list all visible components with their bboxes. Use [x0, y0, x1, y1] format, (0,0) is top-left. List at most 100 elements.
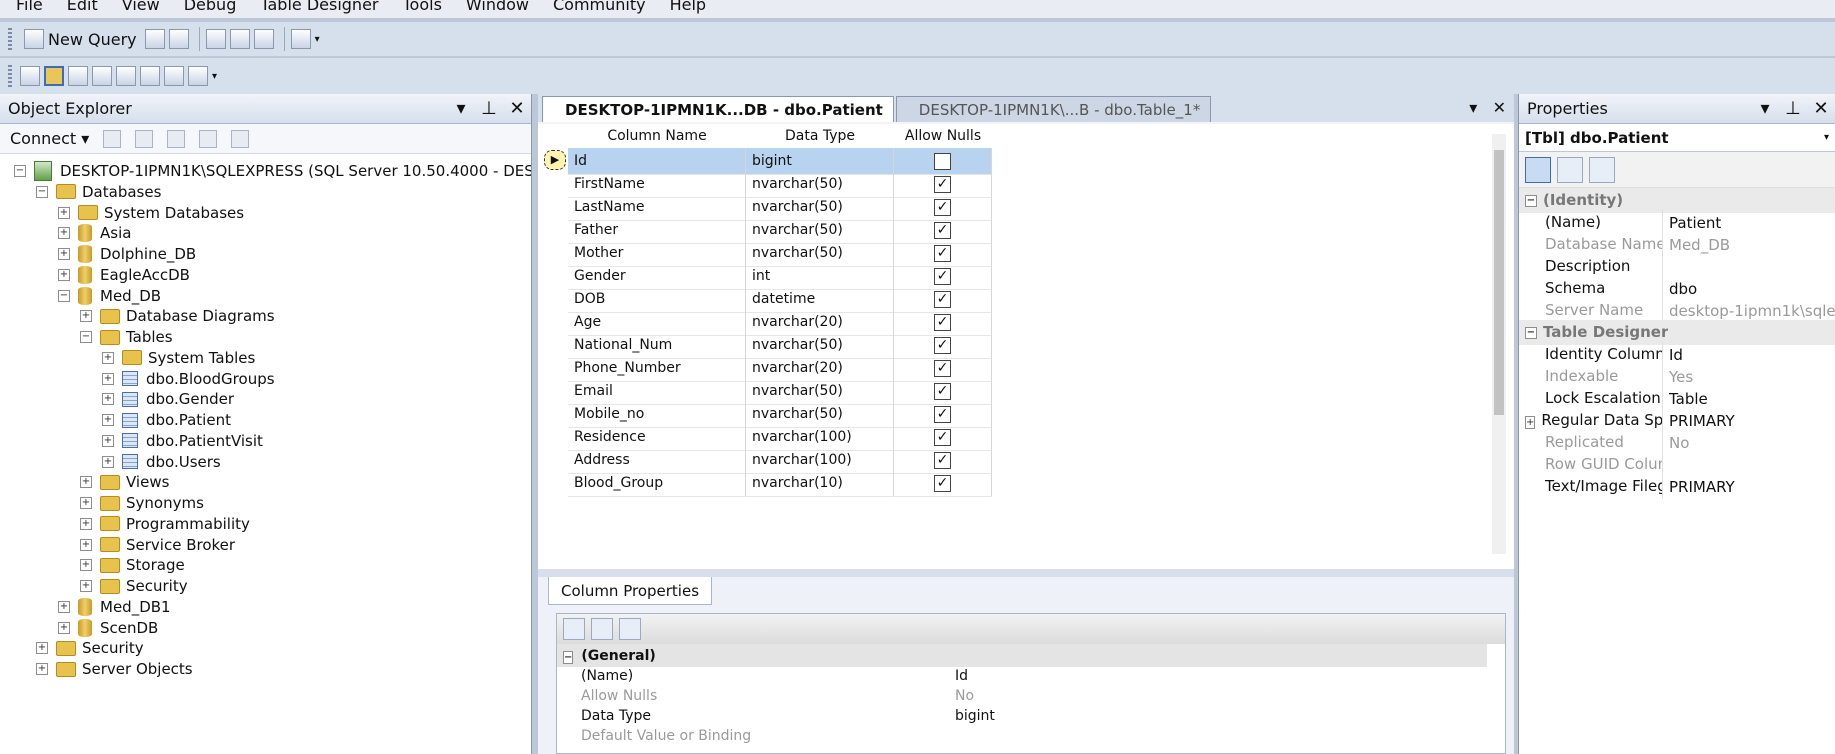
table-node[interactable]: + dbo.BloodGroups	[102, 368, 275, 390]
property-row[interactable]: Text/Image Filegr PRIMARY	[1519, 474, 1835, 499]
menu-table-designer[interactable]: Table Designer	[260, 0, 378, 13]
expand-icon[interactable]: +	[80, 580, 92, 592]
table-node[interactable]: + dbo.Users	[102, 451, 221, 473]
fulltext-index-icon[interactable]	[116, 66, 136, 86]
toolbar-grip[interactable]	[8, 28, 12, 50]
expand-icon[interactable]: +	[58, 621, 70, 634]
refresh-icon[interactable]	[231, 129, 250, 148]
expand-icon[interactable]: +	[58, 268, 70, 281]
folder-node[interactable]: + Security	[80, 575, 188, 597]
database-node[interactable]: − Med_DB	[58, 285, 161, 307]
relationships-icon[interactable]	[68, 66, 88, 86]
menu-edit[interactable]: Edit	[67, 0, 98, 13]
check-constraints-icon[interactable]	[164, 66, 184, 86]
connect-object-icon[interactable]	[103, 129, 122, 148]
folder-node[interactable]: + Security	[36, 637, 144, 659]
close-icon[interactable]: ✕	[1807, 98, 1835, 119]
allow-nulls-checkbox[interactable]: ✓	[934, 336, 951, 354]
expand-icon[interactable]: +	[102, 434, 114, 447]
collapse-icon[interactable]: −	[36, 185, 48, 198]
folder-node[interactable]: + Service Broker	[80, 534, 235, 556]
allow-nulls-checkbox[interactable]: ✓	[934, 290, 951, 308]
menu-community[interactable]: Community	[553, 0, 646, 13]
toolbar-overflow-icon[interactable]: ▾	[315, 34, 320, 45]
menu-file[interactable]: File	[16, 0, 43, 13]
menu-view[interactable]: View	[122, 0, 160, 13]
allow-nulls-checkbox[interactable]: ✓	[934, 198, 951, 216]
close-icon[interactable]: ✕	[503, 98, 531, 119]
scrollbar-thumb[interactable]	[1494, 150, 1504, 415]
object-selector[interactable]: [Tbl] dbo.Patient ▾	[1519, 124, 1835, 152]
database-node[interactable]: + Asia	[58, 222, 131, 244]
menu-help[interactable]: Help	[670, 0, 706, 13]
close-document-icon[interactable]: ✕	[1493, 98, 1506, 117]
property-pages-icon[interactable]	[619, 618, 641, 640]
allow-nulls-checkbox[interactable]: ✓	[934, 175, 951, 193]
activity-monitor-icon[interactable]	[290, 29, 311, 49]
allow-nulls-checkbox[interactable]: ✓	[934, 313, 951, 331]
allow-nulls-checkbox[interactable]	[934, 152, 951, 170]
xml-indexes-icon[interactable]	[140, 66, 160, 86]
expand-icon[interactable]: +	[80, 517, 92, 530]
column-row[interactable]: Blood_Group nvarchar(10) ✓	[568, 470, 992, 497]
categorized-icon[interactable]	[1525, 156, 1551, 183]
document-tab[interactable]: DESKTOP-1IPMN1K...DB - dbo.Patient	[542, 96, 894, 122]
folder-node[interactable]: + System Databases	[58, 202, 244, 224]
folder-node[interactable]: − Tables	[80, 326, 173, 348]
expand-icon[interactable]: +	[102, 372, 114, 385]
print-icon[interactable]	[253, 29, 274, 49]
allow-nulls-checkbox[interactable]: ✓	[934, 428, 951, 446]
folder-node[interactable]: + Database Diagrams	[80, 305, 275, 327]
stop-icon[interactable]	[167, 129, 186, 148]
window-position-dropdown-icon[interactable]: ▾	[1751, 98, 1779, 119]
expand-icon[interactable]: +	[36, 663, 48, 675]
collapse-icon[interactable]: −	[1525, 194, 1537, 207]
document-tab[interactable]: DESKTOP-1IPMN1K\...B - dbo.Table_1*	[895, 96, 1212, 122]
categorized-icon[interactable]	[563, 618, 585, 640]
expand-icon[interactable]: +	[58, 600, 70, 613]
folder-node[interactable]: + Server Objects	[36, 658, 193, 680]
column-properties-tab[interactable]: Column Properties	[548, 577, 713, 605]
expand-icon[interactable]: +	[58, 248, 70, 260]
allow-nulls-checkbox[interactable]: ✓	[934, 451, 951, 469]
folder-node[interactable]: − Databases	[36, 181, 161, 203]
server-node[interactable]: − DESKTOP-1IPMN1K\SQLEXPRESS (SQL Server …	[14, 160, 531, 182]
active-files-dropdown-icon[interactable]: ▾	[1469, 98, 1477, 117]
allow-nulls-checkbox[interactable]: ✓	[934, 267, 951, 285]
filter-icon[interactable]	[199, 129, 218, 148]
generate-script-icon[interactable]	[20, 66, 40, 86]
save-icon[interactable]	[229, 29, 250, 49]
database-node[interactable]: + EagleAccDB	[58, 264, 190, 286]
collapse-icon[interactable]: −	[80, 331, 92, 343]
expand-icon[interactable]: +	[58, 206, 70, 219]
toolbar-grip[interactable]	[8, 65, 12, 87]
allow-nulls-checkbox[interactable]: ✓	[934, 244, 951, 262]
collapse-icon[interactable]: −	[58, 289, 70, 302]
expand-icon[interactable]: +	[102, 455, 114, 468]
menu-tools[interactable]: Tools	[402, 0, 441, 13]
property-pages-icon[interactable]	[1589, 156, 1615, 183]
folder-node[interactable]: + Synonyms	[80, 492, 204, 514]
expand-icon[interactable]: +	[36, 642, 48, 655]
table-node[interactable]: + dbo.Patient	[102, 409, 231, 431]
window-position-dropdown-icon[interactable]: ▾	[447, 98, 475, 119]
allow-nulls-checkbox[interactable]: ✓	[934, 405, 951, 423]
database-engine-query-icon[interactable]	[144, 29, 165, 49]
property-row[interactable]: Default Value or Binding	[557, 724, 1487, 747]
alphabetical-icon[interactable]	[591, 618, 613, 640]
expand-icon[interactable]: +	[58, 227, 70, 240]
column-name-cell[interactable]: Blood_Group	[568, 470, 746, 497]
collapse-icon[interactable]: −	[14, 165, 26, 177]
database-node[interactable]: + Dolphine_DB	[58, 243, 196, 265]
allow-nulls-checkbox[interactable]: ✓	[934, 382, 951, 400]
analysis-query-icon[interactable]	[168, 29, 189, 49]
folder-node[interactable]: + Programmability	[80, 513, 250, 535]
open-file-icon[interactable]	[205, 29, 226, 49]
database-node[interactable]: + Med_DB1	[58, 596, 171, 618]
table-node[interactable]: + dbo.Gender	[102, 388, 234, 410]
expand-icon[interactable]: +	[80, 497, 92, 509]
expand-icon[interactable]: +	[1525, 416, 1536, 429]
toolbar-overflow-icon[interactable]: ▾	[212, 71, 217, 82]
allow-nulls-checkbox[interactable]: ✓	[934, 221, 951, 239]
menu-debug[interactable]: Debug	[184, 0, 237, 13]
